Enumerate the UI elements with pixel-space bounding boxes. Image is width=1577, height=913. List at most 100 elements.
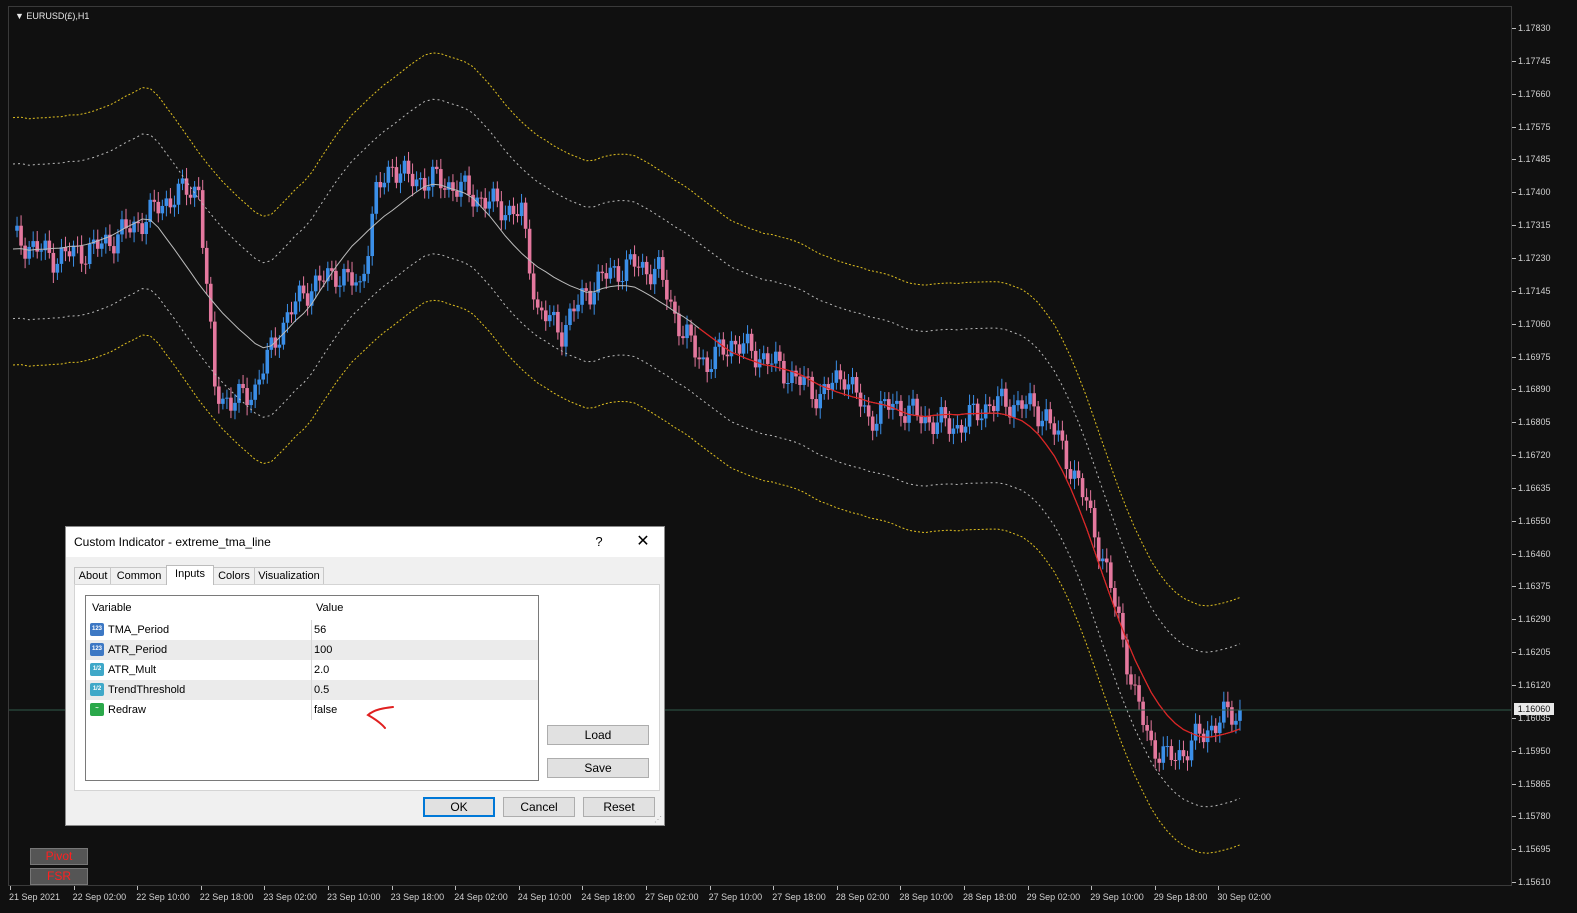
candle-body — [931, 422, 936, 434]
candle-body — [971, 403, 976, 406]
param-value[interactable]: 56 — [314, 624, 326, 636]
tab-visualization[interactable]: Visualization — [254, 567, 324, 584]
int-icon: 123 — [90, 643, 104, 656]
candle-body — [184, 178, 189, 195]
tab-inputs[interactable]: Inputs — [166, 565, 214, 585]
candle-body — [249, 399, 253, 406]
symbol-text: EURUSD(£),H1 — [26, 11, 90, 21]
param-value[interactable]: false — [314, 704, 337, 716]
candle-body — [1104, 558, 1109, 563]
candle-body — [426, 186, 431, 191]
candle-body — [148, 199, 153, 223]
tab-about[interactable]: About — [74, 567, 112, 584]
close-icon[interactable]: ✕ — [631, 531, 655, 553]
candle-body — [180, 178, 185, 184]
candle-body — [67, 251, 72, 257]
candle-body — [903, 416, 907, 423]
symbol-label: ▼ EURUSD(£),H1 — [15, 11, 89, 21]
price-label: 1.17400 — [1518, 187, 1551, 198]
dialog-titlebar[interactable]: Custom Indicator - extreme_tma_line ? ✕ — [66, 527, 664, 557]
candle-body — [882, 399, 887, 402]
param-row-tma-period[interactable]: 123 TMA_Period 56 — [86, 620, 538, 640]
candle-body — [1076, 470, 1081, 479]
candle-body — [745, 333, 750, 344]
candle-body — [1052, 423, 1057, 435]
column-header-value[interactable]: Value — [316, 602, 343, 614]
time-tick — [200, 886, 202, 890]
candle-body — [560, 332, 564, 347]
time-label: 29 Sep 02:00 — [1026, 892, 1081, 902]
candle-body — [487, 201, 492, 209]
time-tick — [1091, 886, 1093, 890]
candle-body — [1234, 720, 1238, 725]
candle-body — [1201, 733, 1206, 743]
candle-body — [1060, 430, 1065, 441]
chart-menu-triangle-icon[interactable]: ▼ — [15, 11, 26, 21]
param-value[interactable]: 0.5 — [314, 684, 329, 696]
time-label: 28 Sep 18:00 — [963, 892, 1017, 902]
price-tick — [1512, 93, 1516, 95]
candle-body — [636, 266, 641, 268]
price-label: 1.16975 — [1518, 351, 1551, 362]
time-label: 28 Sep 02:00 — [835, 892, 890, 902]
price-tick — [1512, 487, 1516, 489]
candle-body — [233, 402, 237, 411]
candle-body — [523, 202, 528, 229]
time-tick — [73, 886, 75, 890]
param-value[interactable]: 100 — [314, 644, 332, 656]
candle-body — [1084, 497, 1089, 501]
price-tick — [1512, 520, 1516, 522]
time-tick — [773, 886, 775, 890]
candle-body — [765, 353, 770, 364]
candle-body — [1092, 508, 1097, 538]
tab-colors[interactable]: Colors — [212, 567, 256, 584]
candle-body — [1222, 701, 1226, 723]
candle-body — [350, 272, 354, 286]
candle-body — [1129, 674, 1133, 685]
candle-body — [814, 399, 818, 409]
pivot-button[interactable]: Pivot — [30, 848, 88, 865]
param-row-atr-mult[interactable]: 1/2 ATR_Mult 2.0 — [86, 660, 538, 680]
column-header-variable[interactable]: Variable — [92, 602, 132, 614]
cancel-button[interactable]: Cancel — [503, 797, 575, 817]
param-row-redraw[interactable]: ~ Redraw false — [86, 700, 538, 720]
fsr-button[interactable]: FSR — [30, 868, 88, 885]
param-value[interactable]: 2.0 — [314, 664, 329, 676]
candle-body — [640, 261, 645, 268]
price-label: 1.16550 — [1518, 515, 1551, 526]
candle-body — [1036, 406, 1040, 427]
help-button[interactable]: ? — [589, 531, 609, 553]
candle-body — [733, 340, 738, 345]
inputs-panel: Variable Value 123 TMA_Period 56 123 ATR… — [74, 584, 660, 791]
param-name: ATR_Mult — [108, 664, 157, 676]
load-button[interactable]: Load — [547, 725, 649, 745]
candle-body — [1197, 723, 1202, 734]
tab-common[interactable]: Common — [110, 567, 168, 584]
candle-body — [648, 274, 653, 285]
candle-body — [55, 263, 60, 273]
candle-body — [1056, 430, 1061, 435]
resize-grip-icon[interactable]: ⋰ — [654, 815, 662, 824]
param-row-trend-threshold[interactable]: 1/2 TrendThreshold 0.5 — [86, 680, 538, 700]
candle-body — [1173, 760, 1178, 762]
candle-body — [410, 173, 415, 187]
candle-body — [414, 179, 419, 187]
price-tick — [1512, 126, 1516, 128]
time-tick — [709, 886, 711, 890]
time-label: 22 Sep 18:00 — [199, 892, 254, 902]
candle-body — [342, 268, 346, 286]
candle-body — [568, 308, 572, 326]
param-row-atr-period[interactable]: 123 ATR_Period 100 — [86, 640, 538, 660]
ok-button[interactable]: OK — [423, 797, 495, 817]
candle-body — [527, 228, 532, 274]
reset-button[interactable]: Reset — [583, 797, 655, 817]
candle-body — [753, 350, 758, 368]
candle-body — [71, 245, 76, 257]
save-button[interactable]: Save — [547, 758, 649, 778]
candle-body — [204, 247, 209, 284]
candle-body — [947, 418, 952, 434]
candle-body — [79, 245, 84, 264]
candle-body — [665, 279, 669, 300]
price-tick — [1512, 225, 1516, 227]
table-header: Variable Value — [86, 596, 538, 618]
